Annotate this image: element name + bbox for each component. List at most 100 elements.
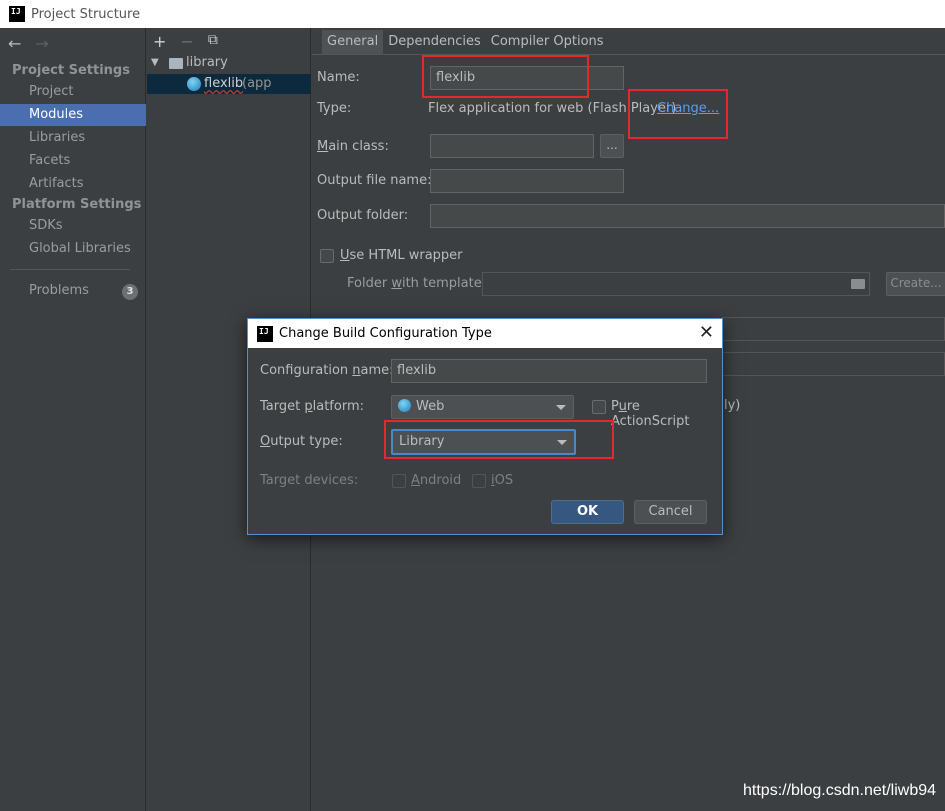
label-text: ith template: bbox=[401, 276, 487, 291]
back-arrow-icon[interactable]: ← bbox=[8, 34, 21, 53]
html-wrapper-checkbox[interactable] bbox=[320, 249, 334, 263]
android-checkbox[interactable] bbox=[392, 474, 406, 488]
target-platform-label: Target platform: bbox=[260, 399, 364, 414]
tree-node-label: library bbox=[186, 55, 228, 70]
sidebar-item-modules[interactable]: Modules bbox=[0, 104, 146, 126]
label-text: ain class: bbox=[328, 139, 389, 154]
ios-label: iOS bbox=[491, 473, 513, 488]
output-file-input[interactable] bbox=[430, 169, 624, 193]
pure-actionscript-checkbox[interactable] bbox=[592, 400, 606, 414]
main-class-input[interactable] bbox=[430, 134, 594, 158]
change-build-config-dialog: IJ Change Build Configuration Type ✕ Con… bbox=[247, 318, 723, 535]
remove-icon[interactable]: − bbox=[180, 32, 193, 51]
sidebar-item-project[interactable]: Project bbox=[0, 81, 146, 103]
dialog-titlebar: IJ Change Build Configuration Type ✕ bbox=[248, 319, 722, 348]
dialog-title: Change Build Configuration Type bbox=[279, 326, 492, 341]
tree-node-library[interactable]: ▼ library bbox=[147, 53, 311, 73]
mnemonic: p bbox=[304, 399, 313, 414]
name-input[interactable]: flexlib bbox=[430, 66, 624, 90]
ok-button[interactable]: OK bbox=[551, 500, 624, 524]
hidden-field-2[interactable] bbox=[722, 352, 945, 376]
web-globe-icon bbox=[398, 399, 411, 412]
mnemonic: O bbox=[260, 434, 271, 449]
label-text: OS bbox=[494, 473, 514, 488]
platform-settings-header: Platform Settings bbox=[12, 197, 142, 212]
project-settings-header: Project Settings bbox=[12, 63, 130, 78]
config-name-input[interactable]: flexlib bbox=[391, 359, 707, 383]
close-icon[interactable]: ✕ bbox=[699, 322, 714, 343]
output-folder-label: Output folder: bbox=[317, 208, 409, 223]
change-link[interactable]: Change... bbox=[657, 101, 719, 116]
label-text: Target bbox=[260, 399, 305, 414]
sidebar-item-artifacts[interactable]: Artifacts bbox=[0, 173, 146, 195]
output-folder-input[interactable] bbox=[430, 204, 945, 228]
label-text: ame: bbox=[360, 363, 394, 378]
chevron-down-icon bbox=[556, 405, 566, 410]
label-text: ndroid bbox=[419, 473, 462, 488]
android-label: Android bbox=[411, 473, 461, 488]
flex-module-icon bbox=[187, 77, 201, 91]
folder-icon[interactable] bbox=[851, 279, 865, 289]
label-text: Folder bbox=[347, 276, 392, 291]
tab-dependencies[interactable]: Dependencies bbox=[383, 30, 486, 54]
main-class-label: Main class: bbox=[317, 139, 389, 154]
ios-checkbox[interactable] bbox=[472, 474, 486, 488]
forward-arrow-icon[interactable]: → bbox=[35, 34, 48, 53]
target-devices-label: Target devices: bbox=[260, 473, 359, 488]
settings-tabs: General Dependencies Compiler Options bbox=[322, 30, 609, 54]
select-value: Web bbox=[416, 399, 445, 414]
intellij-logo-icon: IJ bbox=[9, 6, 25, 22]
partial-text: ly) bbox=[724, 398, 741, 413]
mnemonic: U bbox=[340, 248, 350, 263]
mnemonic: w bbox=[391, 276, 402, 291]
folder-icon bbox=[169, 58, 183, 69]
label-text: Configuration bbox=[260, 363, 353, 378]
sidebar-item-libraries[interactable]: Libraries bbox=[0, 127, 146, 149]
add-icon[interactable]: + bbox=[153, 32, 166, 51]
folder-template-label: Folder with template: bbox=[347, 276, 486, 291]
settings-sidebar: ← → Project Settings Project Modules Lib… bbox=[0, 28, 146, 811]
mnemonic: A bbox=[411, 473, 420, 488]
intellij-logo-icon: IJ bbox=[257, 325, 273, 342]
name-label: Name: bbox=[317, 70, 360, 85]
window-titlebar: IJ Project Structure bbox=[0, 0, 945, 28]
cancel-button[interactable]: Cancel bbox=[634, 500, 707, 524]
nav-arrows: ← → bbox=[8, 34, 49, 53]
tree-node-flexlib[interactable]: flexlib (app bbox=[147, 74, 311, 94]
mnemonic: M bbox=[317, 139, 329, 154]
type-label: Type: bbox=[317, 101, 352, 116]
chevron-down-icon bbox=[557, 440, 567, 445]
folder-template-input[interactable] bbox=[482, 272, 870, 296]
sidebar-item-sdks[interactable]: SDKs bbox=[0, 215, 146, 237]
create-button[interactable]: Create... bbox=[886, 272, 945, 296]
sidebar-divider bbox=[10, 269, 130, 270]
sidebar-item-label: Problems bbox=[29, 283, 89, 298]
select-value: Library bbox=[399, 434, 445, 449]
window-title: Project Structure bbox=[31, 6, 141, 22]
sidebar-item-problems[interactable]: Problems 3 bbox=[0, 280, 146, 302]
pure-actionscript-label: Pure ActionScript bbox=[611, 399, 722, 429]
type-value: Flex application for web (Flash Player) bbox=[428, 101, 677, 116]
output-type-select[interactable]: Library bbox=[391, 429, 576, 455]
tree-node-label: flexlib bbox=[204, 76, 244, 91]
tree-node-suffix: (app bbox=[242, 76, 272, 91]
copy-icon[interactable]: ⧉ bbox=[208, 32, 218, 51]
tab-compiler-options[interactable]: Compiler Options bbox=[486, 30, 609, 54]
label-text: utput type: bbox=[270, 434, 343, 449]
expand-arrow-icon[interactable]: ▼ bbox=[151, 53, 159, 73]
watermark: https://blog.csdn.net/liwb94 bbox=[743, 782, 937, 799]
label-text: se HTML wrapper bbox=[349, 248, 463, 263]
problems-count-badge: 3 bbox=[122, 284, 138, 300]
output-file-label: Output file name: bbox=[317, 173, 432, 188]
sidebar-item-facets[interactable]: Facets bbox=[0, 150, 146, 172]
target-platform-select[interactable]: Web bbox=[391, 395, 574, 419]
hidden-field-1[interactable] bbox=[722, 317, 945, 341]
mnemonic: u bbox=[618, 399, 627, 414]
mnemonic: n bbox=[352, 363, 361, 378]
tree-toolbar: + − ⧉ bbox=[153, 32, 218, 51]
sidebar-item-global-libraries[interactable]: Global Libraries bbox=[0, 238, 146, 260]
tab-divider bbox=[312, 54, 945, 55]
tab-general[interactable]: General bbox=[322, 30, 384, 54]
label-text: P bbox=[611, 399, 619, 414]
browse-main-class-button[interactable]: ... bbox=[600, 134, 624, 158]
